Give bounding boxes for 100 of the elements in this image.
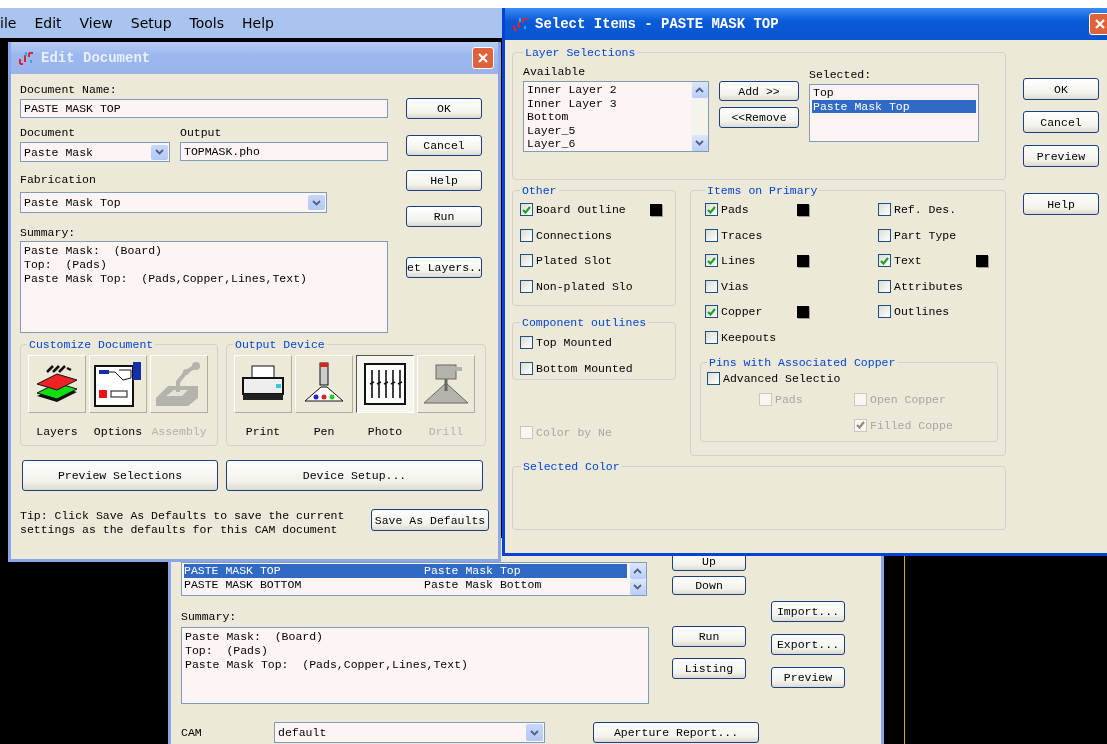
- list-item[interactable]: Inner Layer 3: [526, 96, 689, 110]
- close-button[interactable]: [1089, 13, 1107, 35]
- checkbox[interactable]: [707, 371, 720, 385]
- checkbox[interactable]: [878, 203, 891, 217]
- tile-label: Pen: [313, 425, 335, 438]
- color-swatch[interactable]: [650, 203, 662, 216]
- dropdown-button[interactable]: [308, 195, 325, 210]
- output-field[interactable]: TOPMASK.pho: [180, 142, 388, 161]
- dialog-button[interactable]: Cancel: [1023, 111, 1099, 133]
- device-setup-button[interactable]: Device Setup...: [226, 460, 483, 491]
- dialog-button[interactable]: Help: [406, 170, 482, 191]
- list-item[interactable]: Inner Layer 2: [526, 83, 689, 97]
- checkbox-label: Open Copper: [870, 393, 946, 407]
- checkbox[interactable]: [520, 335, 533, 349]
- checkbox[interactable]: [878, 305, 891, 319]
- file-button[interactable]: Preview: [771, 667, 845, 688]
- menu-item[interactable]: ile: [0, 15, 26, 31]
- dialog-button[interactable]: Help: [1023, 193, 1099, 215]
- checkbox-label: Top Mounted: [536, 335, 612, 349]
- checkbox[interactable]: [520, 254, 533, 268]
- preview-selections-button[interactable]: Preview Selections: [22, 460, 218, 491]
- name-field[interactable]: PASTE MASK TOP: [20, 99, 388, 118]
- checkbox-label: Traces: [721, 228, 763, 242]
- device-tile[interactable]: [356, 355, 414, 413]
- menu-item[interactable]: Setup: [121, 15, 181, 31]
- dialog-button[interactable]: OK: [1023, 78, 1099, 100]
- checkbox-label: Vias: [721, 279, 749, 293]
- color-swatch[interactable]: [797, 203, 809, 216]
- document-row[interactable]: PASTE MASK BOTTOM Paste Mask Bottom: [184, 577, 627, 591]
- color-swatch[interactable]: [797, 305, 809, 318]
- dialog-button[interactable]: OK: [406, 98, 482, 119]
- document-row[interactable]: PASTE MASK TOP Paste Mask Top: [184, 564, 627, 578]
- menu-item[interactable]: Edit: [25, 15, 71, 31]
- app-icon: [511, 16, 529, 32]
- action-button[interactable]: Run: [672, 626, 746, 647]
- document-name: PASTE MASK TOP: [184, 564, 282, 578]
- dialog-button[interactable]: Cancel: [406, 135, 482, 156]
- list-item[interactable]: Top: [812, 86, 976, 100]
- close-button[interactable]: [472, 47, 494, 69]
- dropdown-button[interactable]: [151, 144, 168, 160]
- list-item[interactable]: Layer_6: [526, 137, 689, 151]
- fabrication-dropdown[interactable]: Paste Mask Top: [20, 192, 327, 213]
- tool-tile[interactable]: [28, 355, 86, 413]
- cam-label: CAM: [181, 726, 203, 739]
- file-button[interactable]: Export...: [771, 634, 845, 655]
- tool-tile[interactable]: [89, 355, 147, 413]
- tile-label: Assembly: [151, 425, 207, 438]
- tip-text: Tip: Click Save As Defaults to save the current settings as the defaults for this CAM document: [20, 509, 346, 537]
- list-item[interactable]: Paste Mask Top: [812, 99, 976, 113]
- list-item[interactable]: Bottom: [526, 110, 689, 124]
- menu-item[interactable]: View: [70, 15, 122, 31]
- move-button[interactable]: Down: [672, 576, 746, 595]
- checkbox[interactable]: [705, 279, 718, 293]
- group-title: Selected Color: [522, 460, 621, 473]
- checkbox-label: Connections: [536, 228, 612, 242]
- group-title: Pins with Associated Copper: [708, 356, 897, 369]
- checkbox[interactable]: [520, 228, 533, 242]
- checkbox[interactable]: [705, 305, 718, 319]
- aperture-report-button[interactable]: Aperture Report...: [593, 722, 759, 743]
- checkbox[interactable]: [705, 228, 718, 242]
- summary-label: Summary:: [181, 610, 238, 623]
- checkbox-label: Lines: [721, 254, 756, 268]
- document-dropdown[interactable]: Paste Mask: [20, 142, 170, 162]
- dialog-button[interactable]: Preview: [1023, 145, 1099, 167]
- checkbox[interactable]: [520, 361, 533, 375]
- add-button[interactable]: Add >>: [719, 81, 799, 101]
- checkbox[interactable]: [878, 228, 891, 242]
- cam-dropdown[interactable]: default: [274, 722, 545, 743]
- color-swatch[interactable]: [976, 254, 988, 267]
- checkbox[interactable]: [520, 279, 533, 293]
- checkbox[interactable]: [705, 330, 718, 344]
- check-icon: [707, 256, 716, 265]
- remove-button[interactable]: <<Remove: [719, 107, 799, 128]
- dialog-button[interactable]: Run: [406, 206, 482, 227]
- checkbox[interactable]: [878, 254, 891, 268]
- dialog-button[interactable]: et Layers..: [406, 257, 482, 278]
- drill-icon: [422, 361, 470, 407]
- checkbox[interactable]: [878, 279, 891, 293]
- scrollbar[interactable]: [629, 563, 646, 595]
- group-title: Output Device: [234, 338, 326, 351]
- dropdown-button[interactable]: [526, 724, 543, 741]
- checkbox[interactable]: [520, 203, 533, 217]
- scrollbar[interactable]: [691, 82, 708, 151]
- menu-item[interactable]: Tools: [180, 15, 233, 31]
- save-defaults-button[interactable]: Save As Defaults: [371, 509, 489, 531]
- checkbox-label: Outlines: [894, 305, 950, 319]
- field-label: Document: [20, 126, 77, 139]
- group-title: Customize Document: [28, 338, 155, 351]
- checkbox-label: Advanced Selectio: [723, 371, 841, 385]
- menu-item[interactable]: Help: [233, 15, 283, 31]
- document-fabrication: Paste Mask Top: [424, 564, 522, 578]
- file-button[interactable]: Import...: [771, 601, 845, 622]
- color-swatch[interactable]: [797, 254, 809, 267]
- list-label: Available: [523, 65, 587, 78]
- checkbox[interactable]: [705, 254, 718, 268]
- checkbox[interactable]: [705, 203, 718, 217]
- window-title: Select Items - PASTE MASK TOP: [535, 16, 780, 32]
- field-label: Output: [180, 126, 223, 139]
- list-item[interactable]: Layer_5: [526, 123, 689, 137]
- action-button[interactable]: Listing: [672, 658, 746, 679]
